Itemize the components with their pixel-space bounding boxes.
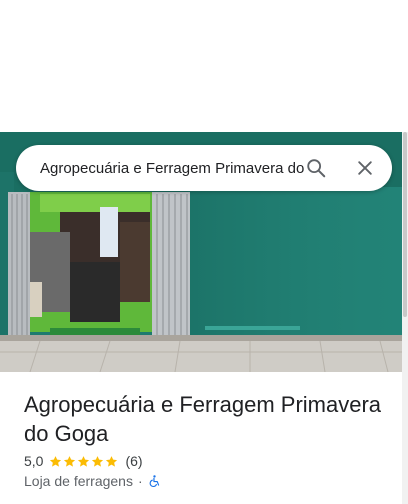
close-icon (358, 161, 372, 175)
place-title: Agropecuária e Ferragem Primavera do Gog… (24, 392, 382, 446)
scrollbar[interactable] (402, 132, 408, 504)
search-icon (307, 159, 326, 178)
star-icon (64, 455, 76, 467)
search-box[interactable] (16, 145, 392, 191)
maps-place-panel: Agropecuária e Ferragem Primavera do Gog… (0, 0, 408, 504)
search-button[interactable] (300, 152, 332, 184)
star-icon (50, 455, 62, 467)
separator-dot: · (137, 473, 143, 489)
category-row: Loja de ferragens · (24, 472, 161, 490)
top-blank-area (0, 0, 408, 132)
star-rating (49, 455, 119, 468)
star-icon (92, 455, 104, 467)
search-input[interactable] (40, 145, 306, 191)
scrollbar-thumb[interactable] (403, 132, 407, 317)
star-icon (78, 455, 90, 467)
review-count[interactable]: (6) (125, 453, 142, 469)
wheelchair-icon[interactable] (148, 474, 161, 488)
clear-search-button[interactable] (349, 152, 381, 184)
category-label[interactable]: Loja de ferragens (24, 473, 133, 489)
star-icon (106, 455, 118, 467)
rating-value: 5,0 (24, 453, 44, 469)
rating-row[interactable]: 5,0 (6) (24, 452, 143, 470)
